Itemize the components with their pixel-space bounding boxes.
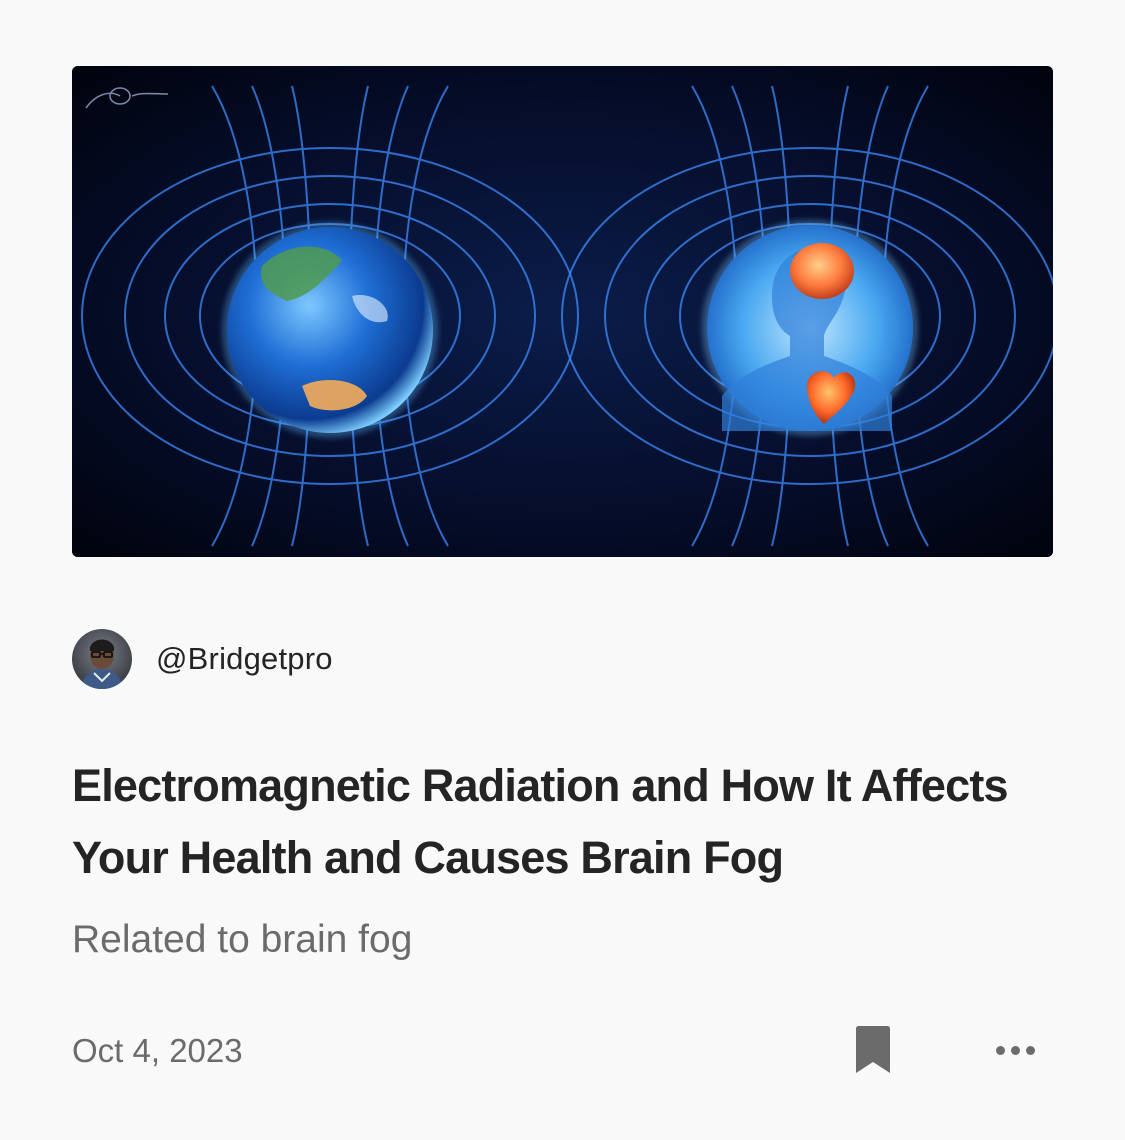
hero-image[interactable] <box>72 66 1053 557</box>
bookmark-icon <box>856 1026 890 1073</box>
article-title[interactable]: Electromagnetic Radiation and How It Aff… <box>72 750 1062 894</box>
author-handle[interactable]: @Bridgetpro <box>156 641 333 677</box>
article-card[interactable]: @Bridgetpro Electromagnetic Radiation an… <box>72 66 1053 1073</box>
more-options-button[interactable] <box>987 1030 1043 1070</box>
bookmark-button[interactable] <box>850 1022 896 1078</box>
hero-illustration <box>72 66 1053 557</box>
author-avatar[interactable] <box>72 629 132 689</box>
author-row[interactable]: @Bridgetpro <box>72 629 333 689</box>
more-horizontal-icon <box>993 1045 1038 1055</box>
publish-date: Oct 4, 2023 <box>72 1032 243 1069</box>
article-subtitle: Related to brain fog <box>72 918 413 961</box>
